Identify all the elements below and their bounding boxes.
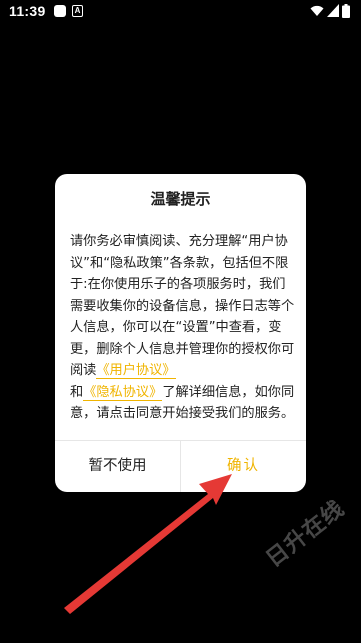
dialog-body: 请你务必审慎阅读、充分理解“用户协议”和“隐私政策”各条款，包括但不限于:在你使… xyxy=(70,231,296,425)
privacy-dialog: 温馨提示 请你务必审慎阅读、充分理解“用户协议”和“隐私政策”各条款，包括但不限… xyxy=(55,174,306,492)
notification-a-icon: A xyxy=(72,5,83,17)
user-agreement-link[interactable]: 《用户协议》 xyxy=(96,363,176,379)
signal-icon xyxy=(327,4,339,17)
status-time: 11:39 xyxy=(9,3,46,19)
notification-square-icon xyxy=(54,5,66,17)
confirm-button[interactable]: 确认 xyxy=(181,441,306,492)
watermark: 日升在线 xyxy=(261,496,350,573)
dialog-title: 温馨提示 xyxy=(150,190,211,208)
privacy-agreement-link[interactable]: 《隐私协议》 xyxy=(83,384,163,401)
dialog-body-text: 请你务必审慎阅读、充分理解“用户协议”和“隐私政策”各条款，包括但不限于:在你使… xyxy=(70,234,295,378)
battery-icon xyxy=(342,4,350,18)
wifi-icon xyxy=(310,5,324,16)
decline-button[interactable]: 暂不使用 xyxy=(55,441,180,492)
dialog-body-text: 和 xyxy=(70,384,84,400)
status-bar: 11:39 A xyxy=(0,0,361,26)
